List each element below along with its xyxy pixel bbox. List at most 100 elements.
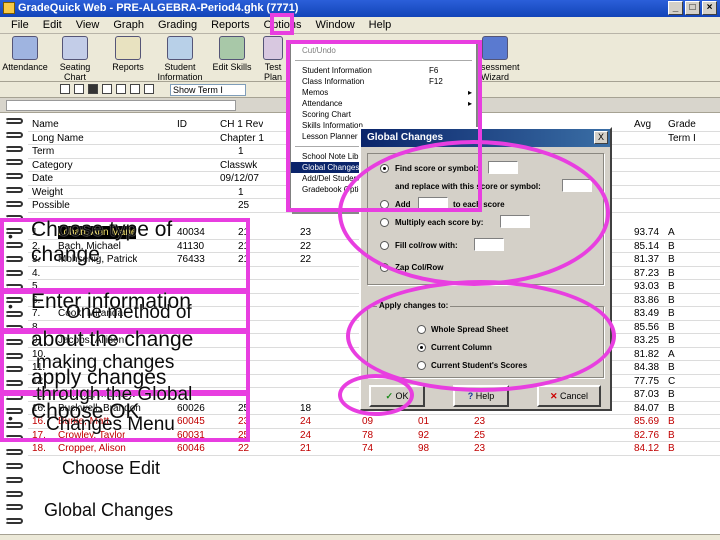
cell-grade: A [668, 227, 675, 238]
cell-grade: B [668, 362, 675, 373]
cell-c5: 23 [474, 443, 486, 454]
menu-edit[interactable]: Edit [36, 19, 69, 31]
cell-avg: 93.03 [634, 281, 660, 292]
cell-grade: A [668, 348, 675, 360]
cell-avg: 85.56 [634, 321, 660, 333]
bullet-icon: • [8, 228, 13, 244]
reports-button[interactable]: Reports [103, 36, 153, 72]
menu-window[interactable]: Window [309, 19, 362, 31]
cell-grade: B [668, 321, 675, 333]
bullet-icon: • [8, 410, 13, 426]
report-icon [115, 36, 141, 60]
cell-grade: B [668, 267, 675, 279]
cell-grade: B [668, 294, 675, 306]
ring-icon [5, 200, 23, 207]
cell-c2: 22 [300, 240, 312, 252]
cancel-button[interactable]: ✕ Cancel [537, 385, 601, 407]
title-bar: GradeQuick Web - PRE-ALGEBRA-Period4.ghk… [0, 0, 720, 17]
menu-help[interactable]: Help [362, 19, 399, 31]
cell-c5: 23 [474, 416, 486, 427]
cell-avg: 85.69 [634, 416, 660, 427]
cell-avg: 84.38 [634, 362, 660, 373]
ring-icon [5, 476, 23, 483]
cell-c4: 98 [418, 443, 430, 454]
edit-menu-highlight [270, 13, 294, 35]
cell-c2: 23 [300, 227, 312, 238]
term-select[interactable]: Show Term I [170, 84, 246, 96]
tool-icon-1[interactable] [60, 84, 70, 94]
ring-icon [5, 504, 23, 511]
ring-icon [5, 118, 23, 124]
cell-grade: B [668, 443, 675, 454]
cell-avg: 83.25 [634, 335, 660, 346]
cell-c2: 24 [300, 429, 312, 441]
ring-icon [5, 518, 23, 525]
tool-icon-6[interactable] [130, 84, 140, 94]
student-icon [167, 36, 193, 60]
cell-grade: B [668, 281, 675, 292]
cell-c2: 21 [300, 443, 312, 454]
tool-icon-5[interactable] [116, 84, 126, 94]
menu-file[interactable]: File [4, 19, 36, 31]
ring-icon [5, 173, 23, 180]
student-information-button[interactable]: Student Information [155, 36, 205, 82]
ring-icon [5, 145, 23, 152]
cell-avg: 87.23 [634, 267, 660, 279]
cell-c3: 78 [362, 429, 374, 441]
cell-grade: B [668, 402, 675, 414]
test-plan-button[interactable]: Test Plan [258, 36, 288, 82]
calendar-icon [12, 36, 38, 60]
tool-icon-3[interactable] [88, 84, 98, 94]
cell-c1: 22 [238, 443, 250, 454]
cell-grade: B [668, 335, 675, 346]
seating-icon [62, 36, 88, 60]
cell-avg: 85.14 [634, 240, 660, 252]
cell-grade: B [668, 254, 675, 265]
ring-icon [5, 187, 23, 193]
close-window-icon[interactable]: × [702, 1, 717, 15]
cell-avg: 87.03 [634, 389, 660, 400]
table-row[interactable]: 18. Cropper, Alison 60046 22 21 74 98 23 84.12 B [28, 442, 720, 456]
cell-grade: B [668, 416, 675, 427]
skills-icon [219, 36, 245, 60]
wizard-icon [482, 36, 508, 60]
seating-chart-button[interactable]: Seating Chart [50, 36, 100, 82]
dialog-close-button[interactable]: X [594, 131, 608, 144]
cell-avg: 84.07 [634, 402, 660, 414]
cell-avg: 83.49 [634, 308, 660, 319]
tool-icon-4[interactable] [102, 84, 112, 94]
menu-bar: File Edit View Graph Grading Reports Opt… [0, 17, 720, 34]
cell-avg: 77.75 [634, 375, 660, 387]
cell-avg: 83.86 [634, 294, 660, 306]
ring-icon [5, 159, 23, 166]
edit-skills-button[interactable]: Edit Skills [207, 36, 257, 72]
cell-name[interactable]: Cropper, Alison [58, 442, 126, 455]
cell-c5: 25 [474, 429, 486, 441]
cell-avg: 81.37 [634, 254, 660, 265]
cell-c3: 74 [362, 443, 374, 454]
menu-reports[interactable]: Reports [204, 19, 257, 31]
maximize-icon[interactable]: □ [685, 1, 700, 15]
cell-num: 18. [32, 443, 46, 454]
cell-grade: B [668, 389, 675, 400]
cell-c2: 18 [300, 402, 312, 414]
menu-graph[interactable]: Graph [106, 19, 151, 31]
window-controls: _ □ × [668, 1, 717, 15]
ring-icon [5, 463, 23, 469]
minimize-icon[interactable]: _ [668, 1, 683, 15]
cell-avg: 84.12 [634, 443, 660, 454]
cell-grade: C [668, 375, 676, 387]
cell-grade: B [668, 240, 675, 252]
change-type-highlight [338, 140, 610, 286]
cell-edit-field[interactable] [6, 100, 236, 111]
tool-icon-7[interactable] [144, 84, 154, 94]
cell-c2: 22 [300, 254, 312, 265]
attendance-button[interactable]: Attendance [0, 36, 50, 72]
cell-c4: 92 [418, 429, 430, 441]
tool-icon-2[interactable] [74, 84, 84, 94]
status-bar [0, 534, 720, 540]
cell-avg: 93.74 [634, 227, 660, 238]
menu-grading[interactable]: Grading [151, 19, 204, 31]
cell-avg: 82.76 [634, 429, 660, 441]
menu-view[interactable]: View [69, 19, 107, 31]
